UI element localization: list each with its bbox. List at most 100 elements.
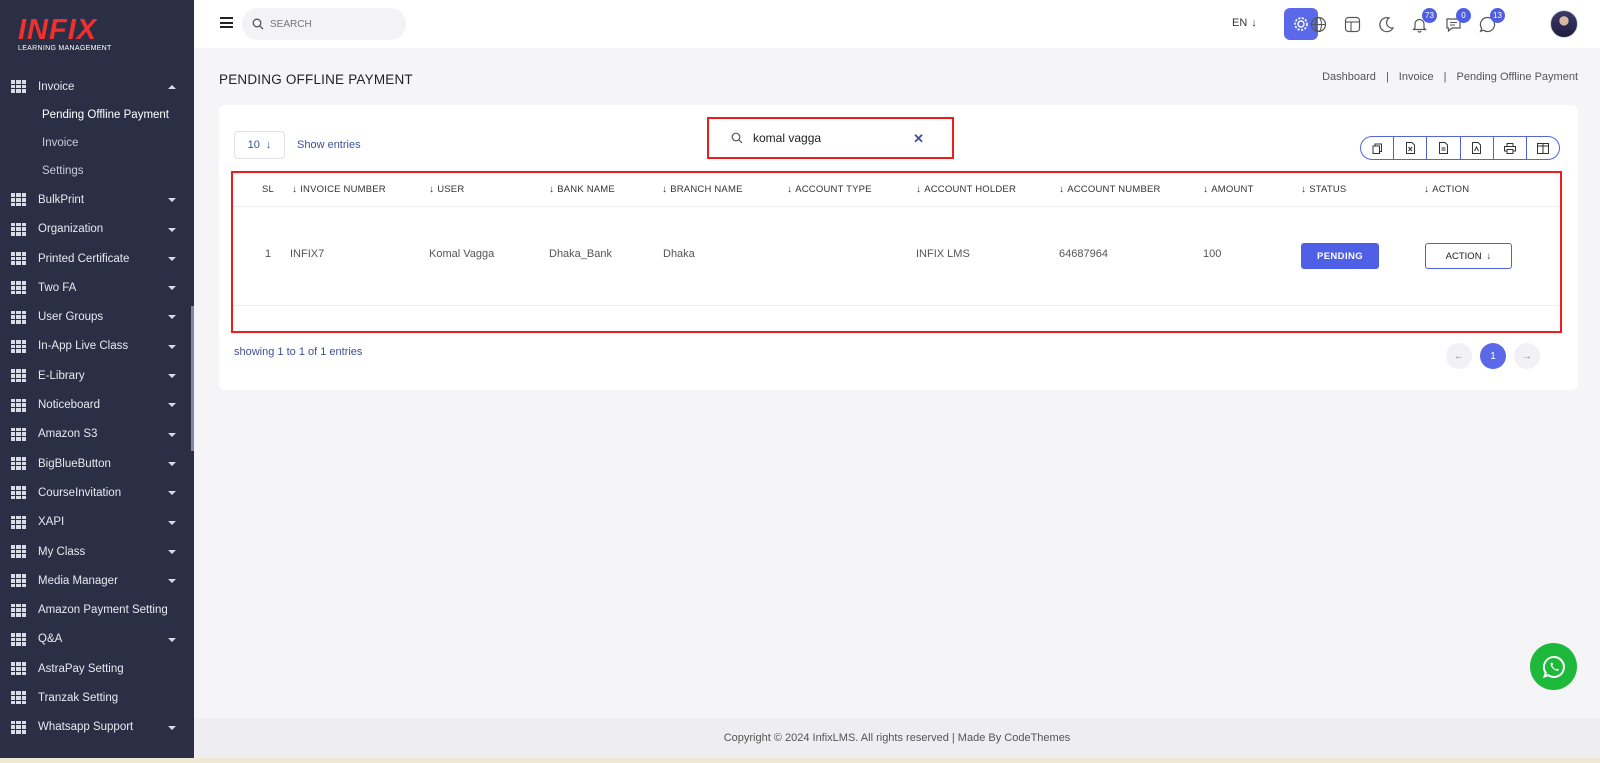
- submenu-item-invoice[interactable]: Invoice: [0, 129, 194, 157]
- whatsapp-button[interactable]: [1530, 643, 1577, 690]
- breadcrumb-dashboard[interactable]: Dashboard: [1322, 71, 1376, 83]
- table-header: SL ↓ INVOICE NUMBER ↓ USER ↓ BANK NAME ↓ BRA…: [233, 173, 1560, 207]
- sidebar-item-tranzak-setting[interactable]: Tranzak Setting: [0, 683, 194, 712]
- cell-sl: 1: [265, 248, 272, 260]
- sidebar-item-label: BulkPrint: [38, 193, 85, 206]
- column-visibility-button[interactable]: [1527, 137, 1559, 159]
- sidebar-item-label: Media Manager: [38, 574, 118, 587]
- chat-button[interactable]: 13: [1477, 8, 1505, 34]
- sidebar-item-label: Organization: [38, 223, 104, 236]
- page-title: PENDING OFFLINE PAYMENT: [219, 72, 413, 87]
- print-button[interactable]: [1494, 137, 1527, 159]
- sort-arrow-icon: ↓: [787, 184, 793, 195]
- caret-down-icon: [168, 432, 176, 437]
- column-header-sl[interactable]: SL: [262, 184, 274, 195]
- column-header-status[interactable]: ↓ STATUS: [1301, 184, 1346, 195]
- sidebar-item-courseinvitation[interactable]: CourseInvitation: [0, 478, 194, 507]
- sidebar-item-my-class[interactable]: My Class: [0, 537, 194, 566]
- sidebar-item-amazon-payment-setting[interactable]: Amazon Payment Setting: [0, 595, 194, 624]
- sidebar-item-noticeboard[interactable]: Noticeboard: [0, 390, 194, 419]
- caret-down-icon: [168, 256, 176, 261]
- copy-button[interactable]: [1361, 137, 1395, 159]
- caret-down-icon: [168, 344, 176, 349]
- breadcrumb-invoice[interactable]: Invoice: [1399, 71, 1434, 83]
- status-badge[interactable]: PENDING: [1301, 243, 1379, 269]
- grid-icon: [11, 545, 26, 558]
- sidebar-item-invoice[interactable]: Invoice: [0, 72, 194, 101]
- messages-badge: 0: [1456, 8, 1471, 23]
- messages-button[interactable]: 0: [1443, 8, 1471, 34]
- sidebar-scrollbar[interactable]: [191, 306, 194, 451]
- column-header-account-type[interactable]: ↓ ACCOUNT TYPE: [787, 184, 872, 195]
- sidebar-item-e-library[interactable]: E-Library: [0, 361, 194, 390]
- notifications-button[interactable]: 73: [1409, 8, 1437, 34]
- next-page-button[interactable]: →: [1514, 343, 1540, 369]
- table-search[interactable]: ✕: [707, 117, 954, 159]
- sidebar-item-label: Tranzak Setting: [38, 691, 119, 704]
- cell-account-number: 64687964: [1059, 248, 1108, 260]
- column-header-bank-name[interactable]: ↓ BANK NAME: [549, 184, 615, 195]
- export-csv-button[interactable]: [1427, 137, 1461, 159]
- global-search[interactable]: [242, 8, 406, 40]
- search-icon: [731, 132, 743, 144]
- sidebar-item-label: My Class: [38, 545, 86, 558]
- excel-file-icon: [1405, 142, 1415, 154]
- grid-icon: [11, 720, 26, 734]
- arrow-right-icon: →: [1522, 350, 1532, 362]
- sidebar-item-xapi[interactable]: XAPI: [0, 508, 194, 537]
- column-header-user[interactable]: ↓ USER: [429, 184, 464, 195]
- layout-icon[interactable]: [1342, 14, 1362, 34]
- sidebar-item-label: CourseInvitation: [38, 486, 122, 499]
- table-search-input[interactable]: [753, 131, 913, 145]
- sidebar-item-user-groups[interactable]: User Groups: [0, 302, 194, 331]
- global-search-input[interactable]: [270, 18, 390, 30]
- arrow-down-icon: ↓: [265, 139, 272, 151]
- brand-logo[interactable]: INFIX LEARNING MANAGEMENT: [18, 14, 128, 58]
- column-header-action[interactable]: ↓ ACTION: [1424, 184, 1469, 195]
- submenu-item-settings[interactable]: Settings: [0, 157, 194, 185]
- sidebar-item-printed-certificate[interactable]: Printed Certificate: [0, 244, 194, 273]
- sidebar-item-astrapay-setting[interactable]: AstraPay Setting: [0, 654, 194, 683]
- footer: Copyright © 2024 InfixLMS. All rights re…: [194, 718, 1600, 758]
- submenu-item-pending-offline-payment[interactable]: Pending Offline Payment: [0, 101, 194, 129]
- sidebar-item-label: Two FA: [38, 281, 77, 294]
- sidebar-item-organization[interactable]: Organization: [0, 215, 194, 244]
- user-avatar[interactable]: [1550, 10, 1578, 38]
- column-header-invoice-number[interactable]: ↓ INVOICE NUMBER: [292, 184, 386, 195]
- grid-icon: [11, 574, 26, 588]
- grid-icon: [11, 281, 26, 295]
- column-header-account-holder[interactable]: ↓ ACCOUNT HOLDER: [916, 184, 1016, 195]
- prev-page-button[interactable]: ←: [1446, 343, 1472, 369]
- sidebar-item-bulkprint[interactable]: BulkPrint: [0, 185, 194, 214]
- hamburger-menu-icon[interactable]: [220, 17, 233, 28]
- language-selector[interactable]: EN ↓: [1232, 17, 1257, 29]
- showing-entries-text: showing 1 to 1 of 1 entries: [234, 346, 363, 358]
- moon-icon[interactable]: [1376, 14, 1396, 34]
- sidebar-item-label: Amazon Payment Setting: [38, 604, 168, 617]
- cell-bank-name: Dhaka_Bank: [549, 248, 612, 260]
- export-excel-button[interactable]: [1394, 137, 1428, 159]
- sort-arrow-icon: ↓: [662, 184, 668, 195]
- pdf-file-icon: [1472, 142, 1482, 154]
- action-dropdown-button[interactable]: ACTION ↓: [1425, 243, 1512, 269]
- grid-icon: [11, 193, 26, 207]
- grid-icon: [11, 603, 26, 617]
- sidebar-item-whatsapp-support[interactable]: Whatsapp Support: [0, 713, 194, 742]
- clear-search-icon[interactable]: ✕: [913, 131, 924, 147]
- column-header-amount[interactable]: ↓ AMOUNT: [1203, 184, 1254, 195]
- globe-icon[interactable]: [1308, 14, 1328, 34]
- columns-icon: [1536, 142, 1549, 154]
- column-header-branch-name[interactable]: ↓ BRANCH NAME: [662, 184, 743, 195]
- sidebar-item-bigbluebutton[interactable]: BigBlueButton: [0, 449, 194, 478]
- export-pdf-button[interactable]: [1461, 137, 1494, 159]
- sidebar-item-media-manager[interactable]: Media Manager: [0, 566, 194, 595]
- column-header-account-number[interactable]: ↓ ACCOUNT NUMBER: [1059, 184, 1161, 195]
- sidebar-item-in-app-live-class[interactable]: In-App Live Class: [0, 332, 194, 361]
- page-button-current[interactable]: 1: [1480, 343, 1506, 369]
- sidebar-item-two-fa[interactable]: Two FA: [0, 273, 194, 302]
- sidebar-item-amazon-s3[interactable]: Amazon S3: [0, 420, 194, 449]
- grid-icon: [11, 222, 26, 236]
- sidebar-item-label: In-App Live Class: [38, 340, 129, 353]
- sidebar-item-q-a[interactable]: Q&A: [0, 625, 194, 654]
- entries-select[interactable]: 10 ↓: [234, 131, 285, 159]
